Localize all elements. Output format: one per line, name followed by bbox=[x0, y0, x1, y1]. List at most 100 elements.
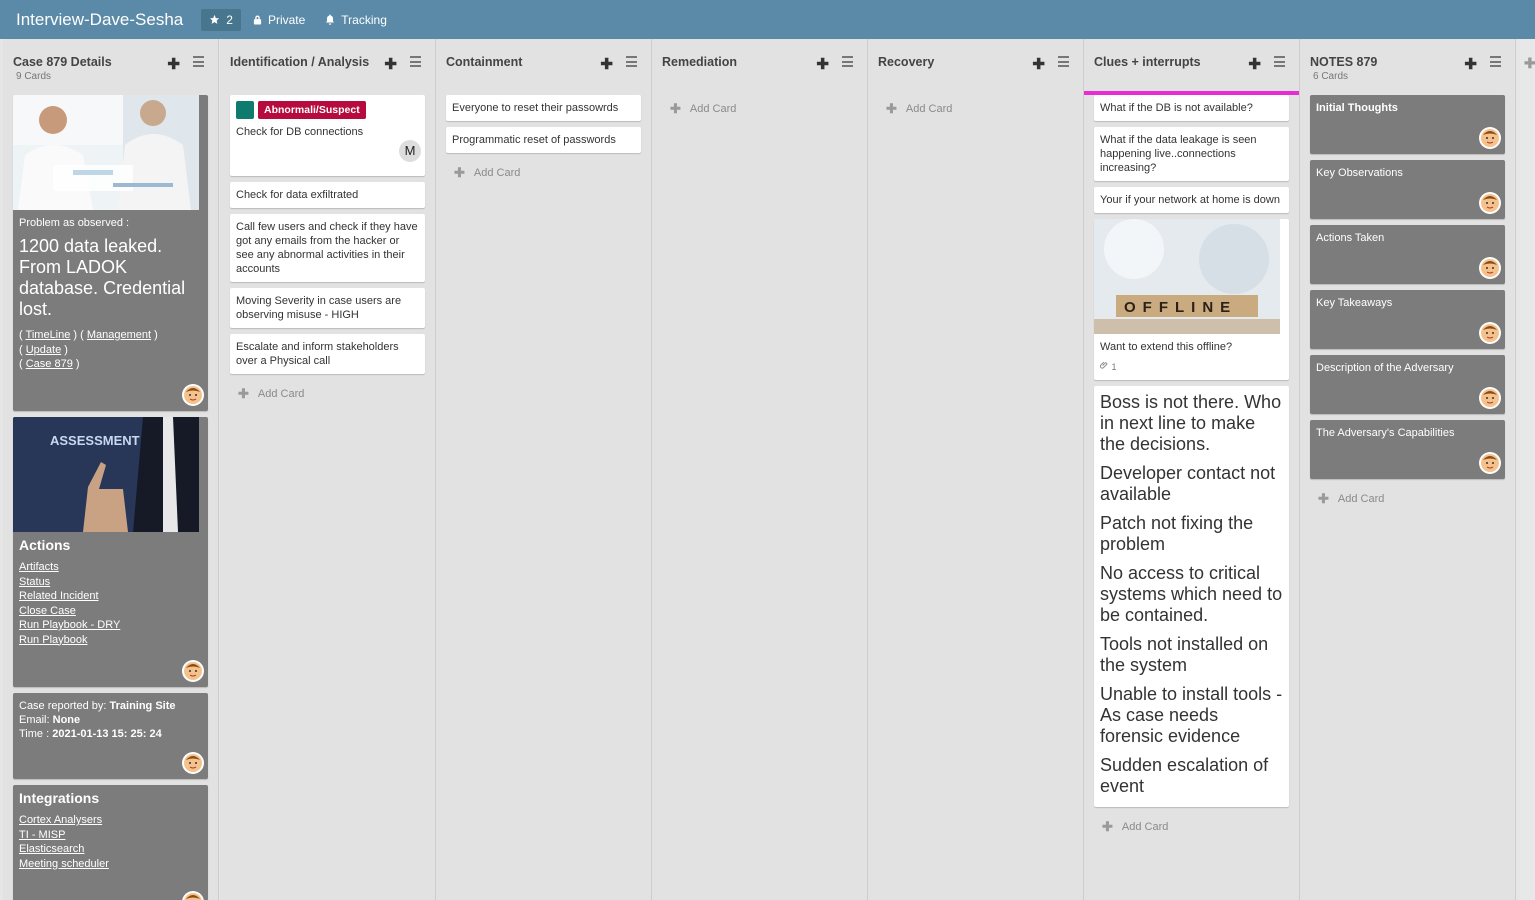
links-line-2: ( Update ) bbox=[19, 343, 68, 356]
run-playbook-link[interactable]: Run Playbook bbox=[19, 634, 88, 646]
card-title: Programmatic reset of passwords bbox=[452, 134, 616, 146]
reported-by-value: Training Site bbox=[109, 700, 176, 712]
artifacts-link[interactable]: Artifacts bbox=[19, 561, 59, 573]
teal-label[interactable] bbox=[236, 101, 254, 119]
card-interrupts-list[interactable]: Boss is not there. Who in next line to m… bbox=[1094, 386, 1289, 807]
misp-link[interactable]: TI - MISP bbox=[19, 829, 65, 841]
star-button[interactable]: 2 bbox=[201, 8, 241, 31]
suspect-label[interactable]: Abnormali/Suspect bbox=[258, 101, 366, 119]
add-list-area[interactable]: ✚ bbox=[1520, 39, 1535, 900]
list-title[interactable]: Remediation bbox=[662, 55, 867, 69]
list-title[interactable]: Identification / Analysis bbox=[230, 55, 435, 69]
related-incident-link[interactable]: Related Incident bbox=[19, 590, 99, 602]
add-card-top-button[interactable]: ✚ bbox=[1464, 55, 1477, 73]
note-card[interactable]: Key Takeaways bbox=[1310, 290, 1505, 349]
list-remediation: Remediation ✚ ✚ Add Card bbox=[652, 39, 868, 900]
add-card-top-button[interactable]: ✚ bbox=[600, 55, 613, 73]
board-header: Interview-Dave-Sesha 2 Private Tracking bbox=[0, 0, 1535, 39]
cortex-link[interactable]: Cortex Analysers bbox=[19, 814, 102, 826]
note-card[interactable]: Actions Taken bbox=[1310, 225, 1505, 284]
plus-icon: ✚ bbox=[1318, 491, 1329, 506]
add-card-button[interactable]: ✚ Add Card bbox=[1310, 485, 1505, 513]
card-network-down[interactable]: Your if your network at home is down bbox=[1094, 187, 1289, 213]
card-escalate[interactable]: Escalate and inform stakeholders over a … bbox=[230, 334, 425, 374]
plus-icon[interactable]: ✚ bbox=[1520, 39, 1535, 72]
status-link[interactable]: Status bbox=[19, 576, 50, 588]
add-card-top-button[interactable]: ✚ bbox=[816, 55, 829, 73]
user-avatar-icon[interactable] bbox=[1479, 452, 1501, 474]
list-menu-icon[interactable] bbox=[410, 56, 421, 70]
run-playbook-dry-link[interactable]: Run Playbook - DRY bbox=[19, 619, 120, 631]
problem-card[interactable]: Problem as observed : 1200 data leaked. … bbox=[13, 95, 208, 411]
user-avatar-icon[interactable] bbox=[182, 384, 204, 406]
list-menu-icon[interactable] bbox=[1058, 56, 1069, 70]
card-moving-severity[interactable]: Moving Severity in case users are observ… bbox=[230, 288, 425, 328]
list-menu-icon[interactable] bbox=[193, 56, 204, 70]
list-header: Recovery ✚ bbox=[868, 39, 1083, 95]
add-card-button[interactable]: ✚ Add Card bbox=[878, 95, 1073, 123]
add-card-top-button[interactable]: ✚ bbox=[1248, 55, 1261, 73]
card-db-unavailable[interactable]: What if the DB is not available? bbox=[1094, 95, 1289, 121]
integrations-card[interactable]: Integrations Cortex Analysers TI - MISP … bbox=[13, 785, 208, 900]
add-card-top-button[interactable]: ✚ bbox=[167, 55, 180, 73]
list-menu-icon[interactable] bbox=[1274, 56, 1285, 70]
close-case-link[interactable]: Close Case bbox=[19, 605, 76, 617]
reporter-card[interactable]: Case reported by: Training Site Email: N… bbox=[13, 693, 208, 779]
tracking-button[interactable]: Tracking bbox=[325, 13, 387, 27]
board-title[interactable]: Interview-Dave-Sesha bbox=[16, 10, 183, 30]
card-data-leakage-live[interactable]: What if the data leakage is seen happeni… bbox=[1094, 127, 1289, 181]
list-menu-icon[interactable] bbox=[842, 56, 853, 70]
clue-text: Developer contact not available bbox=[1100, 463, 1276, 504]
add-card-button[interactable]: ✚ Add Card bbox=[446, 159, 641, 187]
note-card[interactable]: Initial Thoughts bbox=[1310, 95, 1505, 154]
add-card-button[interactable]: ✚ Add Card bbox=[1094, 813, 1289, 841]
add-card-button[interactable]: ✚ Add Card bbox=[662, 95, 857, 123]
update-link[interactable]: Update bbox=[26, 344, 61, 356]
elasticsearch-link[interactable]: Elasticsearch bbox=[19, 843, 84, 855]
card-data-exfiltrated[interactable]: Check for data exfiltrated bbox=[230, 182, 425, 208]
list-header: Case 879 Details 9 Cards ✚ bbox=[3, 39, 218, 95]
user-avatar-icon[interactable] bbox=[1479, 127, 1501, 149]
list-title[interactable]: Recovery bbox=[878, 55, 1083, 69]
list-title[interactable]: Containment bbox=[446, 55, 651, 69]
list-header: NOTES 879 6 Cards ✚ bbox=[1300, 39, 1515, 95]
member-avatar[interactable]: M bbox=[399, 140, 421, 162]
privacy-button[interactable]: Private bbox=[253, 13, 305, 27]
case-link[interactable]: Case 879 bbox=[26, 358, 73, 370]
list-menu-icon[interactable] bbox=[1490, 56, 1501, 70]
card-reset-passwords[interactable]: Everyone to reset their passowrds bbox=[446, 95, 641, 121]
add-card-top-button[interactable]: ✚ bbox=[384, 55, 397, 73]
note-card[interactable]: Description of the Adversary bbox=[1310, 355, 1505, 414]
user-avatar-icon[interactable] bbox=[1479, 192, 1501, 214]
note-title: Key Takeaways bbox=[1316, 297, 1393, 309]
user-avatar-icon[interactable] bbox=[182, 660, 204, 682]
actions-card[interactable]: ASSESSMENT Actions Artifacts Status Rela… bbox=[13, 417, 208, 687]
user-avatar-icon[interactable] bbox=[1479, 387, 1501, 409]
card-call-users[interactable]: Call few users and check if they have go… bbox=[230, 214, 425, 282]
list-title[interactable]: Case 879 Details bbox=[13, 55, 218, 69]
list-title[interactable]: Clues + interrupts bbox=[1094, 55, 1299, 69]
card-offline[interactable]: OFFLINE Want to extend this offline? 1 bbox=[1094, 219, 1289, 380]
timeline-link[interactable]: TimeLine bbox=[26, 329, 71, 341]
user-avatar-icon[interactable] bbox=[182, 891, 204, 900]
note-card[interactable]: Key Observations bbox=[1310, 160, 1505, 219]
note-title: The Adversary's Capabilities bbox=[1316, 427, 1455, 439]
plus-icon: ✚ bbox=[454, 165, 465, 180]
user-avatar-icon[interactable] bbox=[1479, 322, 1501, 344]
add-card-button[interactable]: ✚ Add Card bbox=[230, 380, 425, 408]
management-link[interactable]: Management bbox=[87, 329, 151, 341]
card-programmatic-reset[interactable]: Programmatic reset of passwords bbox=[446, 127, 641, 153]
user-avatar-icon[interactable] bbox=[1479, 257, 1501, 279]
user-avatar-icon[interactable] bbox=[182, 752, 204, 774]
add-card-top-button[interactable]: ✚ bbox=[1032, 55, 1045, 73]
note-title: Initial Thoughts bbox=[1316, 102, 1398, 114]
note-card[interactable]: The Adversary's Capabilities bbox=[1310, 420, 1505, 479]
add-card-label: Add Card bbox=[1337, 493, 1385, 505]
time-value: 2021-01-13 15: 25: 24 bbox=[52, 728, 162, 740]
star-icon bbox=[210, 14, 220, 24]
list-menu-icon[interactable] bbox=[626, 56, 637, 70]
card-db-connections[interactable]: Abnormali/Suspect Check for DB connectio… bbox=[230, 95, 425, 176]
list-header: Identification / Analysis ✚ bbox=[220, 39, 435, 95]
meeting-scheduler-link[interactable]: Meeting scheduler bbox=[19, 858, 109, 870]
list-title[interactable]: NOTES 879 bbox=[1310, 55, 1515, 69]
